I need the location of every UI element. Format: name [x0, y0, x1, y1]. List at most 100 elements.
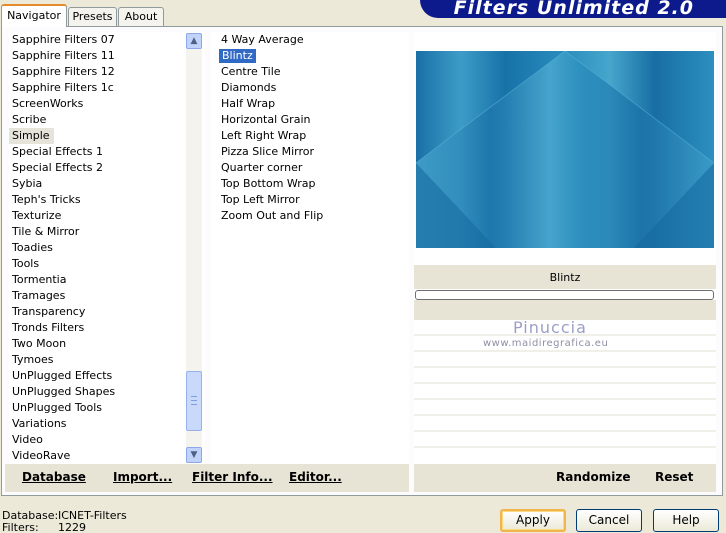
- category-item[interactable]: Video: [9, 432, 205, 448]
- category-item[interactable]: Sapphire Filters 12: [9, 64, 205, 80]
- randomize-button[interactable]: Randomize: [556, 470, 630, 484]
- filter-item[interactable]: 4 Way Average: [211, 32, 409, 48]
- category-scrollbar[interactable]: ▲ ▼: [186, 33, 202, 463]
- category-item[interactable]: Tymoes: [9, 352, 205, 368]
- category-item[interactable]: Sapphire Filters 07: [9, 32, 205, 48]
- category-item[interactable]: Tools: [9, 256, 205, 272]
- filter-item[interactable]: Diamonds: [211, 80, 409, 96]
- category-item[interactable]: Sapphire Filters 11: [9, 48, 205, 64]
- parameter-row: [414, 352, 716, 368]
- category-item[interactable]: Sybia: [9, 176, 205, 192]
- filter-item-label: Quarter corner: [221, 161, 303, 174]
- category-item[interactable]: Tronds Filters: [9, 320, 205, 336]
- filter-item-label: Zoom Out and Flip: [221, 209, 324, 222]
- category-item-label: Sybia: [12, 177, 43, 190]
- parameter-row: [414, 416, 716, 432]
- category-item[interactable]: Transparency: [9, 304, 205, 320]
- category-item-label: Variations: [12, 417, 67, 430]
- scrollbar-thumb[interactable]: [186, 371, 202, 431]
- category-item-label: Special Effects 1: [12, 145, 104, 158]
- filter-item[interactable]: Centre Tile: [211, 64, 409, 80]
- category-item[interactable]: Toadies: [9, 240, 205, 256]
- apply-button[interactable]: Apply: [500, 509, 566, 532]
- filter-list[interactable]: 4 Way Average Blintz Centre Tile Diamonds Ha…: [211, 32, 409, 464]
- category-item[interactable]: Tormentia: [9, 272, 205, 288]
- filter-info-button[interactable]: Filter Info...: [192, 470, 273, 484]
- category-item-label: Video: [12, 433, 43, 446]
- filter-item-label: Left Right Wrap: [221, 129, 307, 142]
- category-list[interactable]: Sapphire Filters 07 Sapphire Filters 11 Sa…: [9, 32, 205, 464]
- category-item-label: UnPlugged Tools: [12, 401, 102, 414]
- status-filters-value: 1229: [58, 521, 86, 533]
- category-item[interactable]: Sapphire Filters 1c: [9, 80, 205, 96]
- tab-presets[interactable]: Presets: [68, 7, 117, 27]
- filter-item-label: Top Left Mirror: [221, 193, 300, 206]
- parameter-row: [414, 368, 716, 384]
- category-item-label: Tronds Filters: [12, 321, 85, 334]
- preview-image: [416, 51, 714, 248]
- filter-item[interactable]: Blintz: [211, 48, 409, 64]
- filter-item[interactable]: Zoom Out and Flip: [211, 208, 409, 224]
- parameter-row: [414, 432, 716, 448]
- arrow-down-icon[interactable]: ▼: [186, 447, 202, 463]
- selected-filter-name: Blintz: [549, 271, 581, 284]
- editor-button[interactable]: Editor...: [289, 470, 342, 484]
- cancel-button[interactable]: Cancel: [576, 509, 642, 532]
- database-button[interactable]: Database: [22, 470, 86, 484]
- category-item-label: Tile & Mirror: [12, 225, 80, 238]
- filter-item-label: Diamonds: [221, 81, 277, 94]
- filter-item-label: Half Wrap: [221, 97, 276, 110]
- filter-item[interactable]: Pizza Slice Mirror: [211, 144, 409, 160]
- category-item-label: Teph's Tricks: [12, 193, 81, 206]
- category-item-label: Simple: [9, 128, 54, 144]
- category-item[interactable]: UnPlugged Effects: [9, 368, 205, 384]
- title-banner: Filters Unlimited 2.0: [420, 0, 726, 18]
- category-item-label: Sapphire Filters 1c: [12, 81, 114, 94]
- category-item-label: Transparency: [12, 305, 86, 318]
- parameter-row: [414, 384, 716, 400]
- category-item[interactable]: Texturize: [9, 208, 205, 224]
- help-button[interactable]: Help: [653, 509, 719, 532]
- category-item[interactable]: Teph's Tricks: [9, 192, 205, 208]
- status-filters-label: Filters:: [2, 521, 39, 533]
- category-item[interactable]: Special Effects 1: [9, 144, 205, 160]
- category-item-label: Texturize: [12, 209, 62, 222]
- preview-action-bar: Randomize Reset: [414, 464, 716, 492]
- category-item[interactable]: Scribe: [9, 112, 205, 128]
- filter-item-label: Centre Tile: [221, 65, 281, 78]
- arrow-up-icon[interactable]: ▲: [186, 33, 202, 49]
- category-item-label: Tramages: [12, 289, 66, 302]
- category-item[interactable]: UnPlugged Shapes: [9, 384, 205, 400]
- category-item[interactable]: Tramages: [9, 288, 205, 304]
- category-item[interactable]: Tile & Mirror: [9, 224, 205, 240]
- category-item-label: Scribe: [12, 113, 47, 126]
- category-item[interactable]: Special Effects 2: [9, 160, 205, 176]
- parameter-row: [414, 400, 716, 416]
- category-item[interactable]: Simple: [9, 128, 205, 144]
- banner-title: Filters Unlimited 2.0: [453, 0, 694, 18]
- category-item-label: Toadies: [12, 241, 53, 254]
- category-item-label: Two Moon: [12, 337, 67, 350]
- filter-item-label: Blintz: [219, 49, 256, 63]
- filter-item[interactable]: Half Wrap: [211, 96, 409, 112]
- category-item-label: Sapphire Filters 11: [12, 49, 115, 62]
- filter-item-label: Top Bottom Wrap: [221, 177, 316, 190]
- category-item[interactable]: Two Moon: [9, 336, 205, 352]
- tab-navigator[interactable]: Navigator: [1, 4, 67, 27]
- filter-item[interactable]: Left Right Wrap: [211, 128, 409, 144]
- category-item[interactable]: UnPlugged Tools: [9, 400, 205, 416]
- category-item[interactable]: VideoRave: [9, 448, 205, 464]
- category-item-label: Sapphire Filters 07: [12, 33, 115, 46]
- filter-item[interactable]: Quarter corner: [211, 160, 409, 176]
- category-item-label: VideoRave: [12, 449, 71, 462]
- watermark-url: www.maidiregrafica.eu: [483, 338, 609, 349]
- tab-about[interactable]: About: [118, 7, 164, 27]
- filter-item[interactable]: Horizontal Grain: [211, 112, 409, 128]
- category-item[interactable]: ScreenWorks: [9, 96, 205, 112]
- reset-button[interactable]: Reset: [655, 470, 693, 484]
- import-button[interactable]: Import...: [113, 470, 172, 484]
- filter-item[interactable]: Top Bottom Wrap: [211, 176, 409, 192]
- category-item[interactable]: Variations: [9, 416, 205, 432]
- filter-item[interactable]: Top Left Mirror: [211, 192, 409, 208]
- list-action-bar: Database Import... Filter Info... Editor…: [5, 464, 409, 492]
